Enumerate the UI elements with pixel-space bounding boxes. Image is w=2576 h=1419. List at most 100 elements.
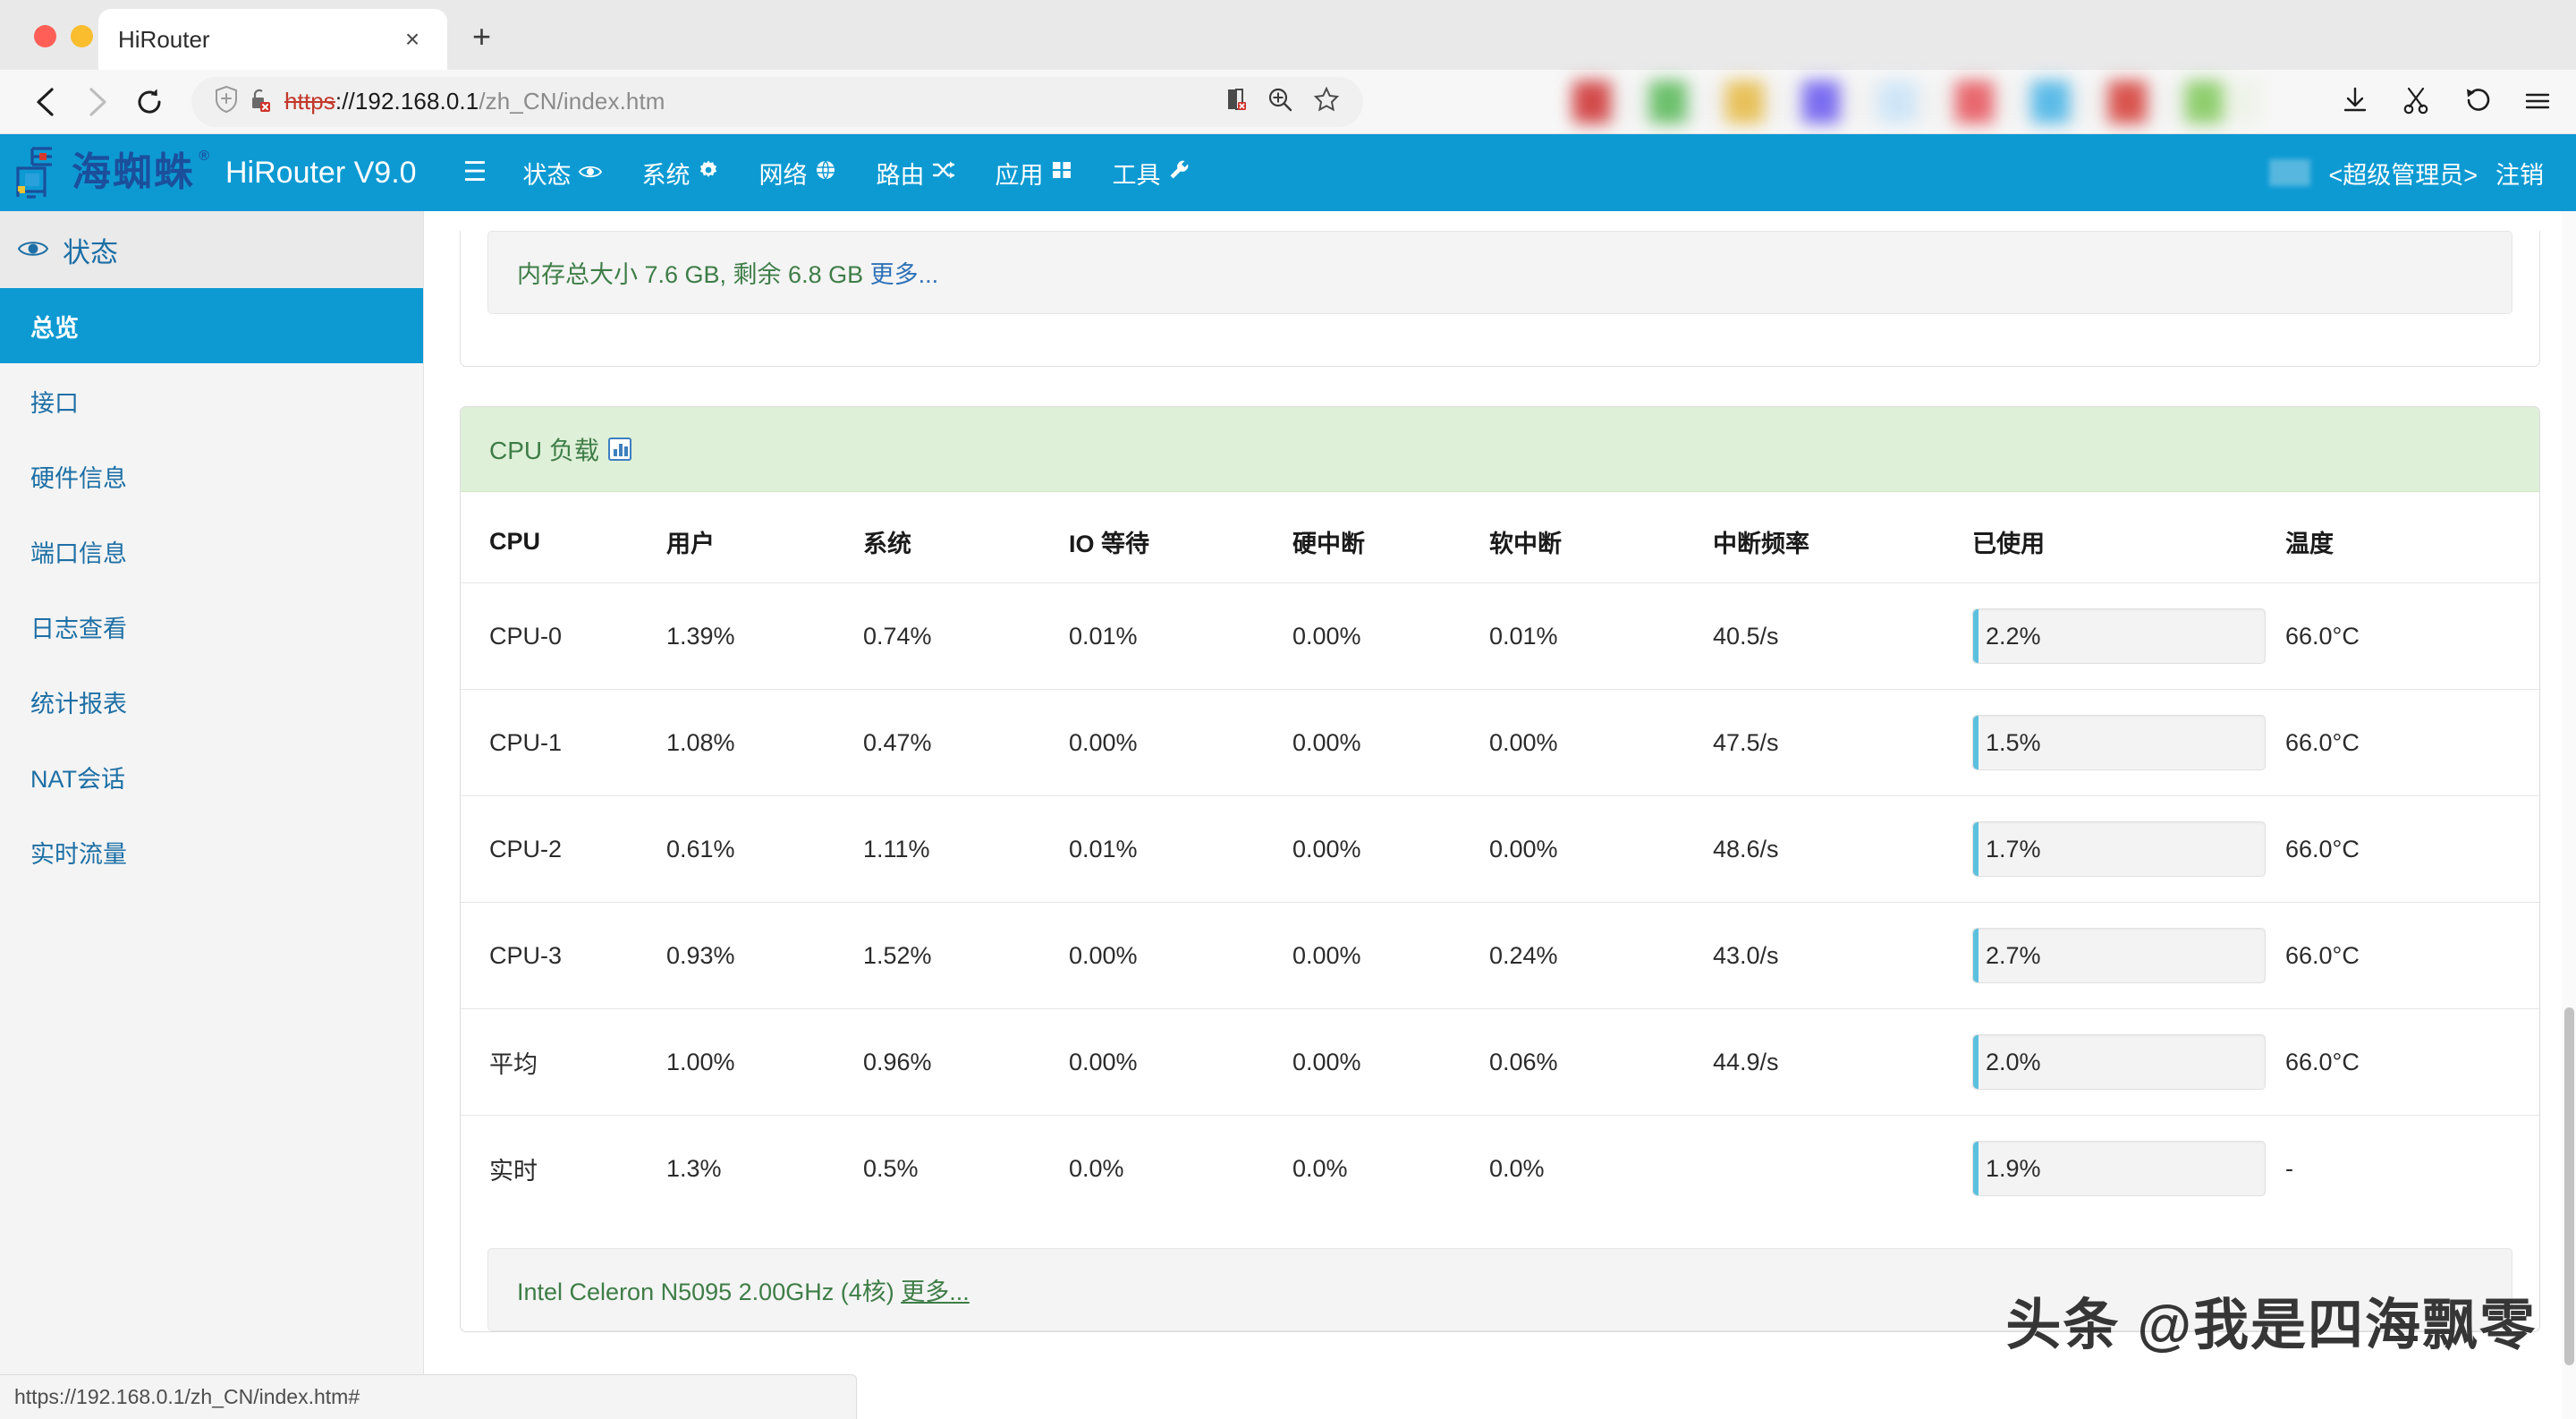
bar-chart-icon[interactable]	[607, 438, 631, 461]
table-header-row: CPU 用户 系统 IO 等待 硬中断 软中断 中断频率 已使用 温度	[461, 501, 2539, 583]
column-header-io-wait: IO 等待	[1069, 531, 1150, 557]
nav-item-label: 状态	[522, 161, 572, 189]
minimize-window-button[interactable]	[71, 25, 93, 47]
used-progress-bar: 2.0%	[1972, 1034, 2266, 1090]
sidebar-item-nat-sessions[interactable]: NAT会话	[0, 739, 423, 814]
cell-cpu: 实时	[461, 1115, 666, 1221]
used-progress-bar: 2.7%	[1972, 928, 2266, 983]
sidebar-item-overview[interactable]: 总览	[0, 288, 423, 363]
cell-cpu: 平均	[461, 1008, 666, 1116]
nav-item-tools[interactable]: 工具	[1092, 156, 1209, 191]
sidebar-item-label: 硬件信息	[30, 464, 127, 492]
nav-item-label: 系统	[641, 161, 691, 189]
column-header-soft-irq: 软中断	[1489, 531, 1562, 557]
nav-item-network[interactable]: 网络	[739, 156, 856, 191]
column-header-temp: 温度	[2285, 531, 2334, 557]
sidebar-item-label: 实时流量	[30, 840, 127, 868]
app-header-right: <超级管理员> 注销	[2269, 134, 2544, 211]
reload-icon[interactable]	[123, 79, 175, 125]
browser-tab-title: HiRouter	[118, 25, 210, 53]
browser-tab[interactable]: HiRouter ×	[98, 9, 447, 70]
cell-io-wait: 0.00%	[1069, 689, 1292, 796]
star-icon[interactable]	[1313, 86, 1340, 117]
cell-intr-rate: 44.9/s	[1713, 1008, 1972, 1116]
address-bar-actions	[1224, 86, 1340, 117]
nav-item-label: 工具	[1112, 161, 1161, 189]
cell-temp: 66.0°C	[2285, 689, 2539, 796]
hamburger-menu-icon[interactable]	[2522, 85, 2553, 120]
sidebar-header-label: 状态	[63, 236, 118, 268]
broken-lock-icon[interactable]	[249, 86, 272, 117]
cell-io-wait: 0.01%	[1069, 795, 1292, 903]
close-tab-icon[interactable]: ×	[397, 25, 428, 54]
page-scrollbar[interactable]	[2562, 211, 2576, 1419]
app-header: 海蜘蛛 ® HiRouter V9.0 ☰ 状态 系统 网络 路由 应用 工具 …	[0, 134, 2576, 211]
scrollbar-thumb[interactable]	[2564, 1007, 2574, 1365]
shield-plus-icon[interactable]	[215, 85, 238, 117]
eye-icon	[579, 161, 603, 185]
browser-toolbar-right	[2340, 70, 2553, 134]
back-arrow-icon[interactable]	[20, 79, 72, 125]
cell-soft-irq: 0.0%	[1489, 1115, 1713, 1221]
cpu-load-table: CPU 用户 系统 IO 等待 硬中断 软中断 中断频率 已使用 温度 CPU-…	[461, 501, 2539, 1221]
cell-system: 0.96%	[863, 1008, 1069, 1116]
table-row: CPU-1 1.08% 0.47% 0.00% 0.00% 0.00% 47.5…	[461, 689, 2539, 796]
column-header-hard-irq: 硬中断	[1292, 531, 1365, 557]
nav-collapse-toggle[interactable]: ☰	[447, 159, 504, 186]
cell-cpu: CPU-0	[461, 582, 666, 690]
grid-icon	[1051, 159, 1072, 186]
reading-mode-icon[interactable]	[1224, 86, 1247, 117]
cell-intr-rate: 47.5/s	[1713, 689, 1972, 796]
globe-icon	[815, 159, 836, 186]
close-window-button[interactable]	[34, 25, 56, 47]
cell-soft-irq: 0.00%	[1489, 689, 1713, 796]
cell-user: 1.08%	[666, 689, 863, 796]
cell-used: 1.9%	[1972, 1115, 2285, 1221]
nav-item-label: 路由	[876, 161, 925, 189]
memory-more-link[interactable]: 更多...	[870, 261, 939, 288]
logout-button[interactable]: 注销	[2496, 156, 2544, 191]
nav-item-routing[interactable]: 路由	[856, 156, 975, 191]
sidebar-item-interface[interactable]: 接口	[0, 363, 423, 438]
address-bar-icons	[215, 85, 272, 117]
app-logo[interactable]: 海蜘蛛 ®	[13, 145, 211, 200]
nav-item-apps[interactable]: 应用	[975, 156, 1092, 191]
cell-used: 1.7%	[1972, 795, 2285, 903]
sidebar-item-log-viewer[interactable]: 日志查看	[0, 589, 423, 664]
sidebar-item-hardware-info[interactable]: 硬件信息	[0, 438, 423, 514]
cell-system: 1.52%	[863, 902, 1069, 1009]
app-brand-title: HiRouter V9.0	[225, 155, 417, 190]
sidebar-item-realtime-traffic[interactable]: 实时流量	[0, 814, 423, 889]
scissors-icon[interactable]	[2401, 85, 2431, 120]
forward-arrow-icon[interactable]	[72, 79, 123, 125]
cell-cpu: CPU-3	[461, 902, 666, 1009]
cpu-load-title: CPU 负载	[489, 437, 599, 464]
cell-user: 1.39%	[666, 582, 863, 690]
zoom-icon[interactable]	[1267, 86, 1293, 117]
eye-icon	[17, 234, 49, 266]
cpu-more-link[interactable]: 更多...	[901, 1279, 970, 1305]
extension-toolbar-blurred	[1572, 81, 2261, 123]
memory-summary-text: 内存总大小 7.6 GB, 剩余 6.8 GB	[517, 261, 864, 288]
used-progress-bar: 1.5%	[1972, 715, 2266, 770]
column-header-cpu: CPU	[489, 528, 541, 555]
new-tab-icon[interactable]: +	[472, 21, 491, 53]
table-row: 实时 1.3% 0.5% 0.0% 0.0% 0.0% 1.9% -	[461, 1115, 2539, 1221]
undo-arrow-icon[interactable]	[2462, 85, 2492, 120]
used-progress-bar: 1.9%	[1972, 1141, 2266, 1196]
sidebar-item-label: 接口	[30, 389, 79, 417]
cell-hard-irq: 0.00%	[1292, 795, 1489, 903]
cell-soft-irq: 0.00%	[1489, 795, 1713, 903]
watermark-text: 头条 @我是四海飘零	[2005, 1295, 2537, 1356]
app-logo-text: 海蜘蛛 ®	[72, 149, 211, 194]
sidebar: 状态 总览 接口 硬件信息 端口信息 日志查看 统计报表 NAT会话 实时流量	[0, 211, 424, 1419]
cpu-model-text: Intel Celeron N5095 2.00GHz (4核)	[517, 1279, 894, 1305]
download-icon[interactable]	[2340, 85, 2370, 120]
sidebar-item-port-info[interactable]: 端口信息	[0, 514, 423, 589]
cell-hard-irq: 0.00%	[1292, 582, 1489, 690]
sidebar-item-statistics-report[interactable]: 统计报表	[0, 664, 423, 739]
nav-item-status[interactable]: 状态	[503, 156, 622, 191]
nav-item-system[interactable]: 系统	[622, 156, 739, 191]
address-bar[interactable]: https://192.168.0.1/zh_CN/index.htm	[191, 76, 1363, 127]
sidebar-item-label: 统计报表	[30, 690, 127, 718]
